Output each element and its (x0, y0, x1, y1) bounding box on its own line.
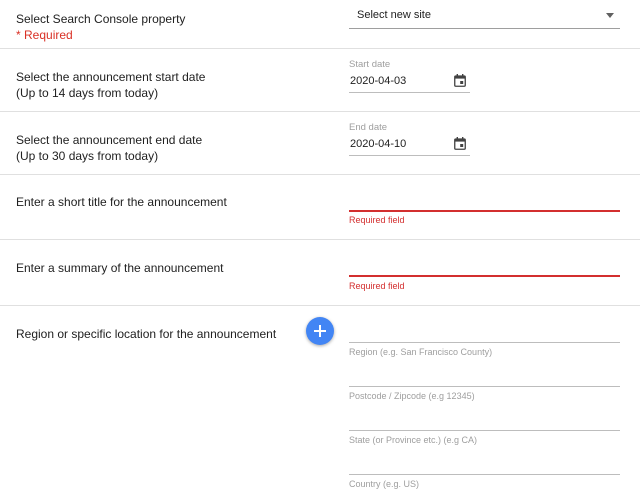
region-underline (349, 386, 620, 387)
state-underline (349, 474, 620, 475)
start-date-label: Select the announcement start date (16, 70, 206, 84)
region-placeholder: Region (e.g. San Francisco County) (349, 347, 493, 357)
end-date-row: Select the announcement end date (Up to … (0, 112, 640, 175)
end-date-hint: (Up to 30 days from today) (16, 149, 159, 163)
end-date-label: Select the announcement end date (16, 133, 203, 147)
calendar-icon[interactable] (454, 74, 466, 87)
state-placeholder: State (or Province etc.) (e.g CA) (349, 435, 478, 445)
property-row: Select Search Console property * Require… (0, 0, 640, 49)
location-top-underline (349, 342, 620, 343)
property-label-block: Select Search Console property * Require… (16, 11, 185, 43)
location-label: Region or specific location for the anno… (16, 327, 277, 341)
title-row: Enter a short title for the announcement… (0, 175, 640, 240)
end-date-label-block: Select the announcement end date (Up to … (16, 132, 202, 164)
calendar-icon[interactable] (454, 137, 466, 150)
start-date-label-block: Select the announcement start date (Up t… (16, 69, 205, 101)
title-error: Required field (349, 215, 405, 225)
title-label: Enter a short title for the announcement (16, 195, 227, 209)
start-date-row: Select the announcement start date (Up t… (0, 49, 640, 112)
summary-row: Enter a summary of the announcement Requ… (0, 240, 640, 306)
end-date-field[interactable]: 2020-04-10 (349, 135, 470, 156)
state-input[interactable]: State (or Province etc.) (e.g CA) (349, 432, 620, 474)
postcode-underline (349, 430, 620, 431)
property-select-value: Select new site (357, 9, 431, 21)
end-date-value: 2020-04-10 (350, 138, 407, 150)
add-location-button[interactable] (306, 317, 334, 345)
summary-input[interactable] (349, 254, 620, 276)
title-input-underline (349, 210, 620, 212)
title-input[interactable] (349, 189, 620, 211)
start-date-caption: Start date (349, 59, 391, 70)
start-date-hint: (Up to 14 days from today) (16, 86, 159, 100)
start-date-field[interactable]: 2020-04-03 (349, 72, 470, 93)
postcode-placeholder: Postcode / Zipcode (e.g 12345) (349, 391, 475, 401)
summary-input-underline (349, 275, 620, 277)
region-input[interactable]: Region (e.g. San Francisco County) (349, 344, 620, 386)
property-select[interactable]: Select new site (349, 0, 620, 29)
dropdown-arrow-icon (606, 13, 614, 18)
country-placeholder: Country (e.g. US) (349, 479, 420, 489)
end-date-caption: End date (349, 122, 388, 133)
required-note: * Required (16, 28, 73, 42)
summary-error: Required field (349, 281, 405, 291)
location-top-input[interactable] (349, 322, 620, 342)
postcode-input[interactable]: Postcode / Zipcode (e.g 12345) (349, 388, 620, 430)
property-label: Select Search Console property (16, 12, 186, 26)
country-input[interactable]: Country (e.g. US) (349, 476, 620, 497)
summary-label: Enter a summary of the announcement (16, 261, 224, 275)
start-date-value: 2020-04-03 (350, 75, 407, 87)
plus-icon (314, 325, 326, 337)
